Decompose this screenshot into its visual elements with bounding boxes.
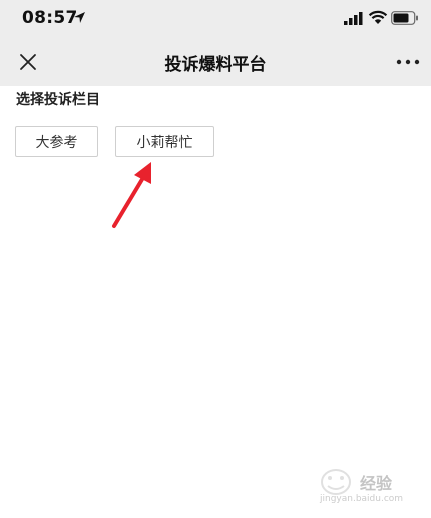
status-bar: 08:57 [0, 0, 431, 38]
red-annotation-arrow [112, 162, 151, 228]
option-button-dacankao[interactable]: 大参考 [15, 126, 98, 157]
battery-icon [391, 11, 418, 25]
option-button-xiaolibangmang[interactable]: 小莉帮忙 [115, 126, 214, 157]
watermark-text: 经验 [360, 474, 393, 493]
status-time: 08:57 [22, 8, 78, 28]
watermark-url: jingyan.baidu.com [320, 494, 404, 504]
signal-icon [344, 12, 363, 25]
nav-bar: 投诉爆料平台 [0, 38, 431, 86]
wifi-icon [368, 10, 388, 24]
section-heading: 选择投诉栏目 [16, 92, 100, 108]
more-options-icon[interactable] [395, 56, 421, 68]
location-arrow-icon [74, 12, 85, 23]
page-title: 投诉爆料平台 [164, 55, 267, 75]
